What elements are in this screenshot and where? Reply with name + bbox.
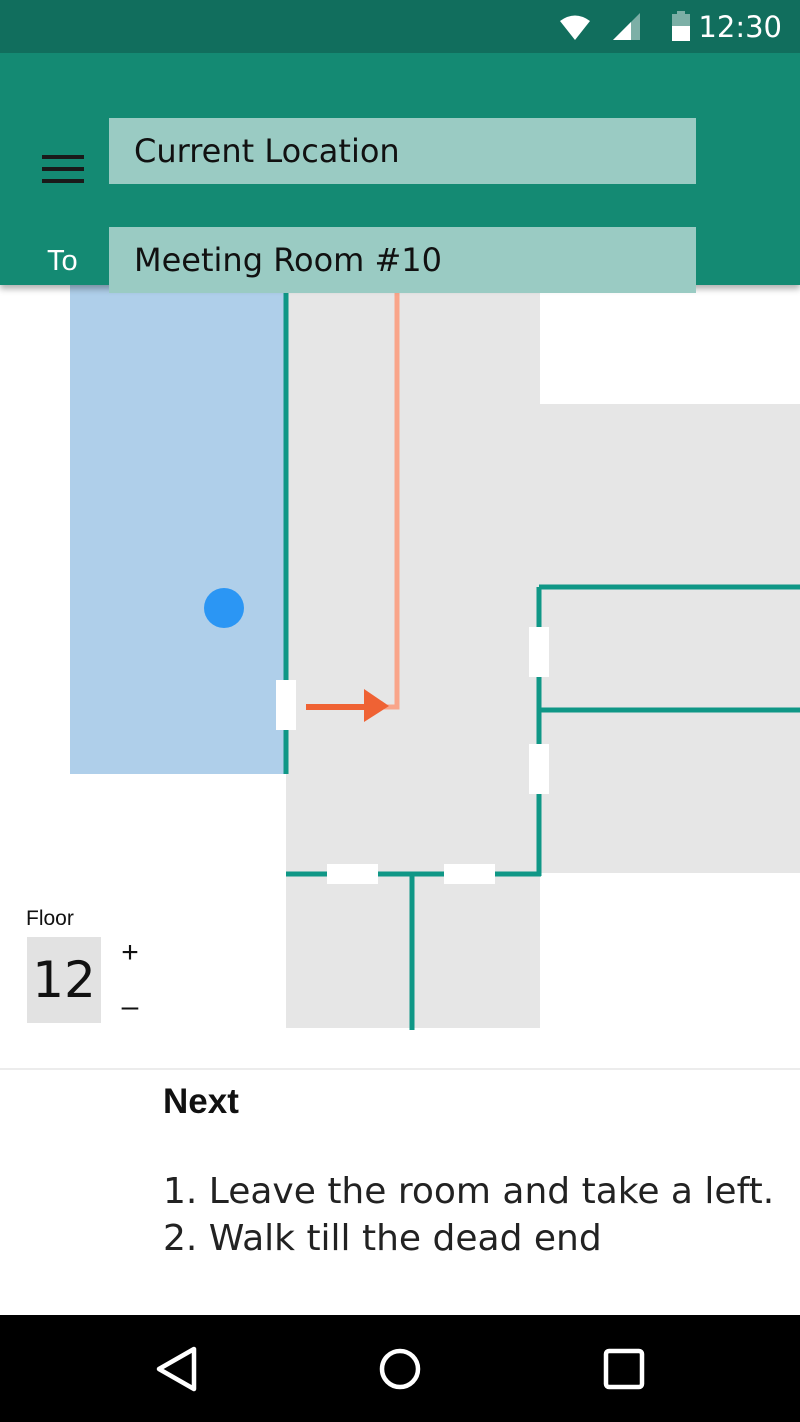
system-nav-bar <box>0 1315 800 1422</box>
floor-down-button[interactable]: – <box>114 991 146 1023</box>
destination-input[interactable] <box>109 227 696 293</box>
battery-icon <box>672 11 690 41</box>
from-location-input[interactable] <box>109 118 696 184</box>
current-location-dot <box>204 588 244 628</box>
indoor-navigation-screen: 12:30 To <box>0 0 800 1422</box>
floor-number: 12 <box>27 937 101 1023</box>
status-time: 12:30 <box>698 10 782 44</box>
floor-up-button[interactable]: + <box>114 937 146 969</box>
wifi-icon <box>560 15 590 40</box>
direction-step: 2. Walk till the dead end <box>163 1218 602 1259</box>
menu-icon[interactable] <box>42 155 84 185</box>
recents-icon[interactable] <box>596 1341 652 1397</box>
current-room <box>70 280 286 774</box>
cell-signal-icon <box>613 13 640 40</box>
back-icon[interactable] <box>148 1341 204 1397</box>
floor-label: Floor <box>26 907 74 930</box>
status-bar: 12:30 <box>0 0 800 53</box>
directions-panel: Next 1. Leave the room and take a left. … <box>0 1068 800 1315</box>
to-label: To <box>47 245 78 277</box>
directions-list: 1. Leave the room and take a left. 2. Wa… <box>163 1168 774 1262</box>
direction-step: 1. Leave the room and take a left. <box>163 1171 775 1212</box>
route-app-bar: To <box>0 53 800 293</box>
directions-heading: Next <box>163 1082 239 1121</box>
home-icon[interactable] <box>372 1341 428 1397</box>
